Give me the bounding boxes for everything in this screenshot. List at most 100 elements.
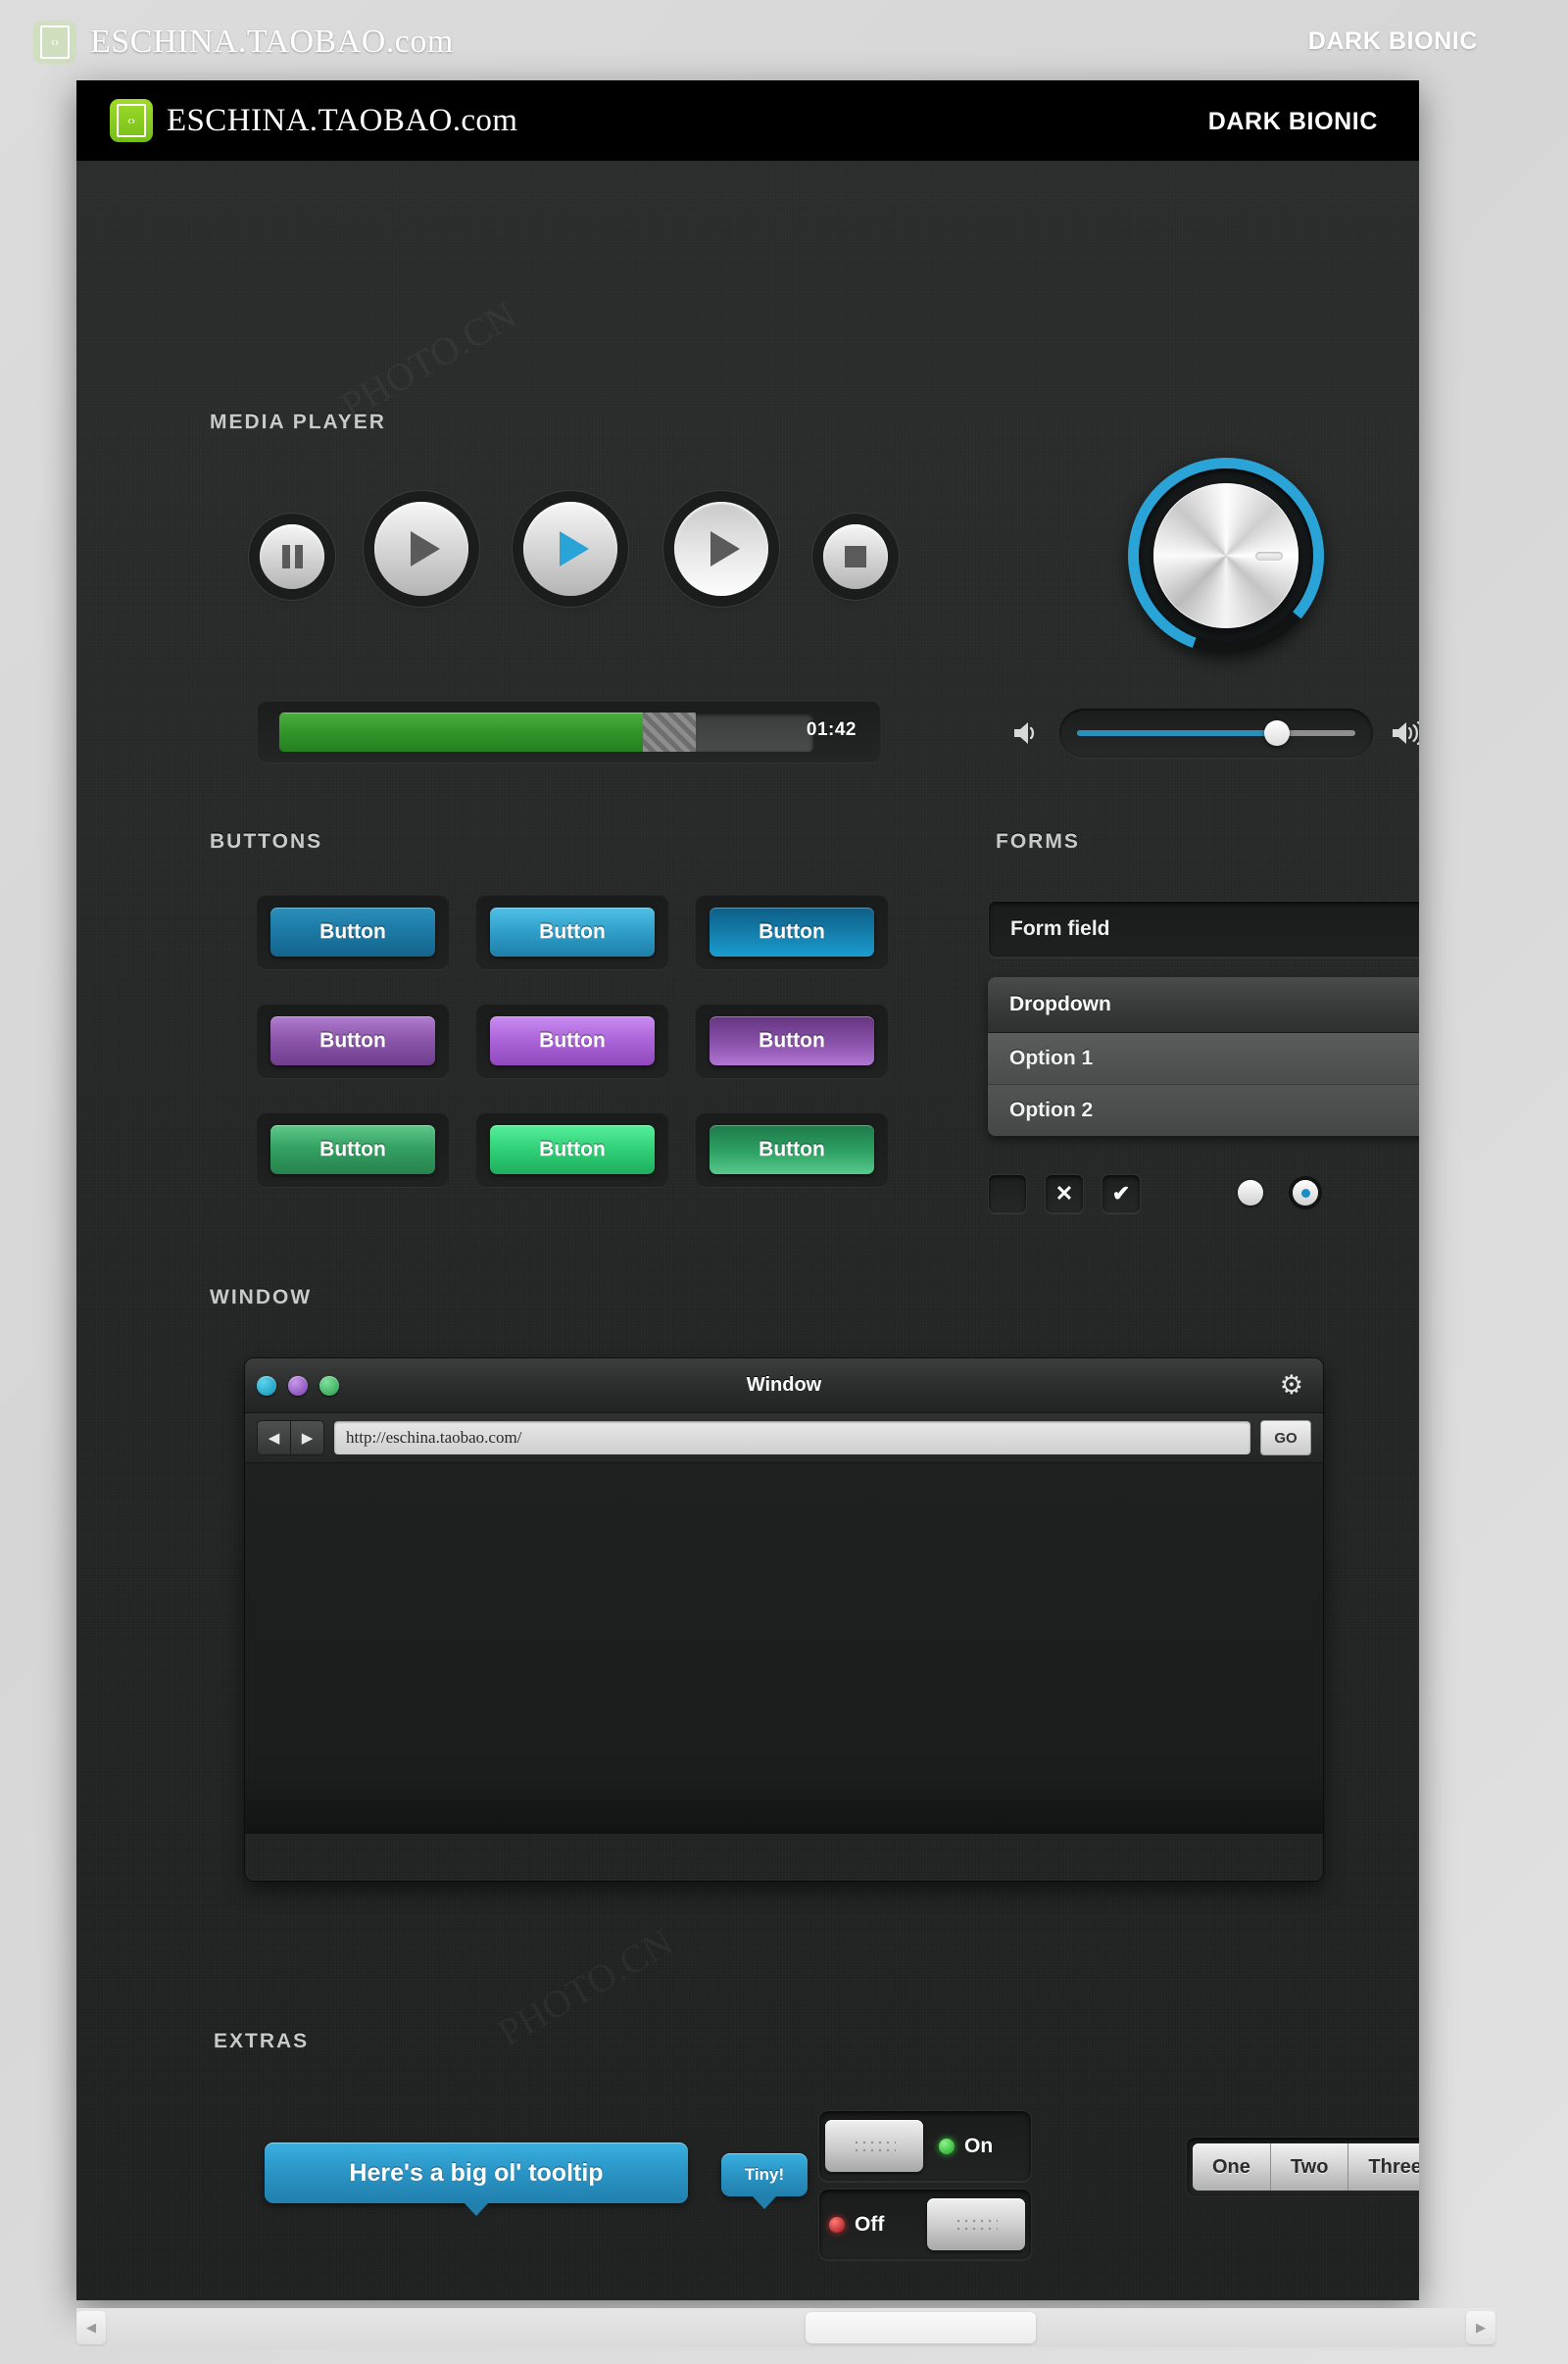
window-dot-purple[interactable] — [288, 1375, 308, 1396]
url-bar[interactable]: http://eschina.taobao.com/ — [334, 1421, 1250, 1454]
forms-heading: FORMS — [996, 830, 1080, 853]
volume-track[interactable] — [1077, 720, 1355, 746]
dropdown-option[interactable]: Option 2 — [988, 1085, 1419, 1136]
button-cell-green-normal: Button — [257, 1112, 449, 1187]
play-button-active[interactable] — [523, 502, 617, 596]
segment-two[interactable]: Two — [1270, 2143, 1349, 2191]
outer-brand-text: ESCHINA.TAOBAO.com — [90, 24, 454, 60]
volume-slider-handle[interactable] — [1264, 720, 1291, 746]
toggle-handle[interactable] — [825, 2120, 923, 2172]
play-icon — [710, 531, 740, 566]
page-scroll-left-arrow[interactable]: ◀ — [76, 2311, 106, 2344]
button-cell-blue-hover: Button — [476, 895, 668, 969]
kit-theme-label: DARK BIONIC — [1207, 108, 1378, 135]
stop-button[interactable] — [823, 524, 888, 589]
outer-theme-label: DARK BIONIC — [1307, 27, 1478, 55]
kit-header: ‹› ESCHINA.TAOBAO.com DARK BIONIC — [76, 80, 1419, 161]
radio-unselected[interactable] — [1238, 1180, 1263, 1206]
code-brackets-icon: ‹› — [40, 25, 70, 59]
dropdown-selected-label: Dropdown — [1009, 993, 1111, 1015]
button-cell-green-hover: Button — [476, 1112, 668, 1187]
browser-window: Window ⚙ ◀ ▶ http://eschina.taobao.com/ … — [245, 1358, 1323, 1881]
play-icon — [560, 531, 589, 566]
play-button-pressed[interactable] — [674, 502, 768, 596]
radio-dot — [1300, 1188, 1310, 1198]
volume-slider[interactable] — [1059, 709, 1373, 758]
window-content — [245, 1463, 1323, 1834]
checkbox-group: ✕ ✔ — [988, 1174, 1141, 1213]
checkbox-empty[interactable] — [988, 1174, 1027, 1213]
kit-body: PHOTO.CN PHOTO.CN PHOTO.CN MEDIA PLAYER — [76, 161, 1419, 2300]
window-dot-green[interactable] — [319, 1375, 339, 1396]
code-brackets-icon: ‹› — [117, 104, 146, 137]
progress-track[interactable] — [279, 712, 813, 752]
progress-time-label: 01:42 — [806, 719, 857, 740]
play-button-large[interactable] — [374, 502, 468, 596]
go-button[interactable]: GO — [1260, 1420, 1311, 1455]
tooltip-big: Here's a big ol' tooltip — [265, 2142, 688, 2216]
kit-logo: ‹› — [110, 99, 153, 142]
play-icon — [411, 531, 440, 566]
back-button[interactable]: ◀ — [257, 1420, 291, 1455]
volume-slider-group — [1012, 705, 1419, 762]
button-blue-pressed[interactable]: Button — [710, 908, 874, 957]
dropdown-option[interactable]: Option 1 — [988, 1033, 1419, 1085]
led-red — [829, 2216, 845, 2233]
checkbox-cross[interactable]: ✕ — [1045, 1174, 1084, 1213]
watermark: PHOTO.CN — [333, 292, 524, 429]
dropdown-header[interactable]: Dropdown — [988, 977, 1419, 1033]
tooltip-tiny: Tiny! — [721, 2153, 808, 2209]
page-scroll-right-arrow[interactable]: ▶ — [1466, 2311, 1495, 2344]
button-cell-blue-pressed: Button — [696, 895, 888, 969]
knob-cap[interactable] — [1153, 483, 1298, 628]
segment-one[interactable]: One — [1193, 2143, 1271, 2191]
toggle-on-label: On — [964, 2134, 994, 2157]
kit-brand-text: ESCHINA.TAOBAO.com — [167, 102, 518, 138]
segment-three[interactable]: Three — [1348, 2143, 1419, 2191]
speaker-low-icon — [1014, 722, 1035, 744]
button-purple-hover[interactable]: Button — [490, 1016, 655, 1065]
volume-knob[interactable] — [1128, 458, 1324, 654]
pause-button[interactable] — [260, 524, 324, 589]
button-purple-pressed[interactable]: Button — [710, 1016, 874, 1065]
radio-selected[interactable] — [1293, 1180, 1318, 1206]
window-dot-teal[interactable] — [257, 1375, 276, 1396]
stop-icon — [845, 546, 866, 567]
forward-button[interactable]: ▶ — [291, 1420, 324, 1455]
segmented-control: One Two Three — [1186, 2137, 1419, 2197]
button-green-normal[interactable]: Button — [270, 1125, 435, 1174]
page-horizontal-scrollbar[interactable]: ◀ ▶ — [76, 2308, 1495, 2347]
button-green-hover[interactable]: Button — [490, 1125, 655, 1174]
media-player-heading: MEDIA PLAYER — [210, 411, 386, 433]
button-blue-normal[interactable]: Button — [270, 908, 435, 957]
window-title: Window — [746, 1374, 822, 1396]
media-progress-bar[interactable]: 01:42 — [258, 701, 880, 763]
window-heading: WINDOW — [210, 1286, 313, 1308]
led-green — [939, 2138, 955, 2154]
speaker-high-icon — [1393, 720, 1419, 746]
toggle-on[interactable]: On — [818, 2110, 1032, 2182]
checkbox-check[interactable]: ✔ — [1102, 1174, 1141, 1213]
toggle-off[interactable]: Off — [818, 2189, 1032, 2260]
pause-icon — [281, 545, 303, 568]
toggle-handle[interactable] — [927, 2198, 1025, 2250]
dropdown[interactable]: Dropdown Option 1 Option 2 — [988, 977, 1419, 1136]
window-titlebar[interactable]: Window ⚙ — [245, 1358, 1323, 1413]
url-text: http://eschina.taobao.com/ — [346, 1428, 522, 1447]
ui-kit-panel: ‹› ESCHINA.TAOBAO.com DARK BIONIC PHOTO.… — [76, 80, 1419, 2300]
button-cell-green-pressed: Button — [696, 1112, 888, 1187]
outer-logo: ‹› — [33, 21, 76, 64]
button-green-pressed[interactable]: Button — [710, 1125, 874, 1174]
button-blue-hover[interactable]: Button — [490, 908, 655, 957]
radio-group — [1238, 1180, 1318, 1206]
button-cell-blue-normal: Button — [257, 895, 449, 969]
page-scrollbar-thumb[interactable] — [805, 2312, 1036, 2343]
button-cell-purple-hover: Button — [476, 1004, 668, 1078]
form-field-input[interactable] — [988, 901, 1419, 958]
knob-indicator — [1255, 552, 1283, 561]
button-purple-normal[interactable]: Button — [270, 1016, 435, 1065]
extras-heading: EXTRAS — [214, 2030, 310, 2052]
grip-icon — [853, 2138, 896, 2154]
gear-icon[interactable]: ⚙ — [1280, 1372, 1303, 1399]
window-toolbar: ◀ ▶ http://eschina.taobao.com/ GO — [245, 1413, 1323, 1463]
